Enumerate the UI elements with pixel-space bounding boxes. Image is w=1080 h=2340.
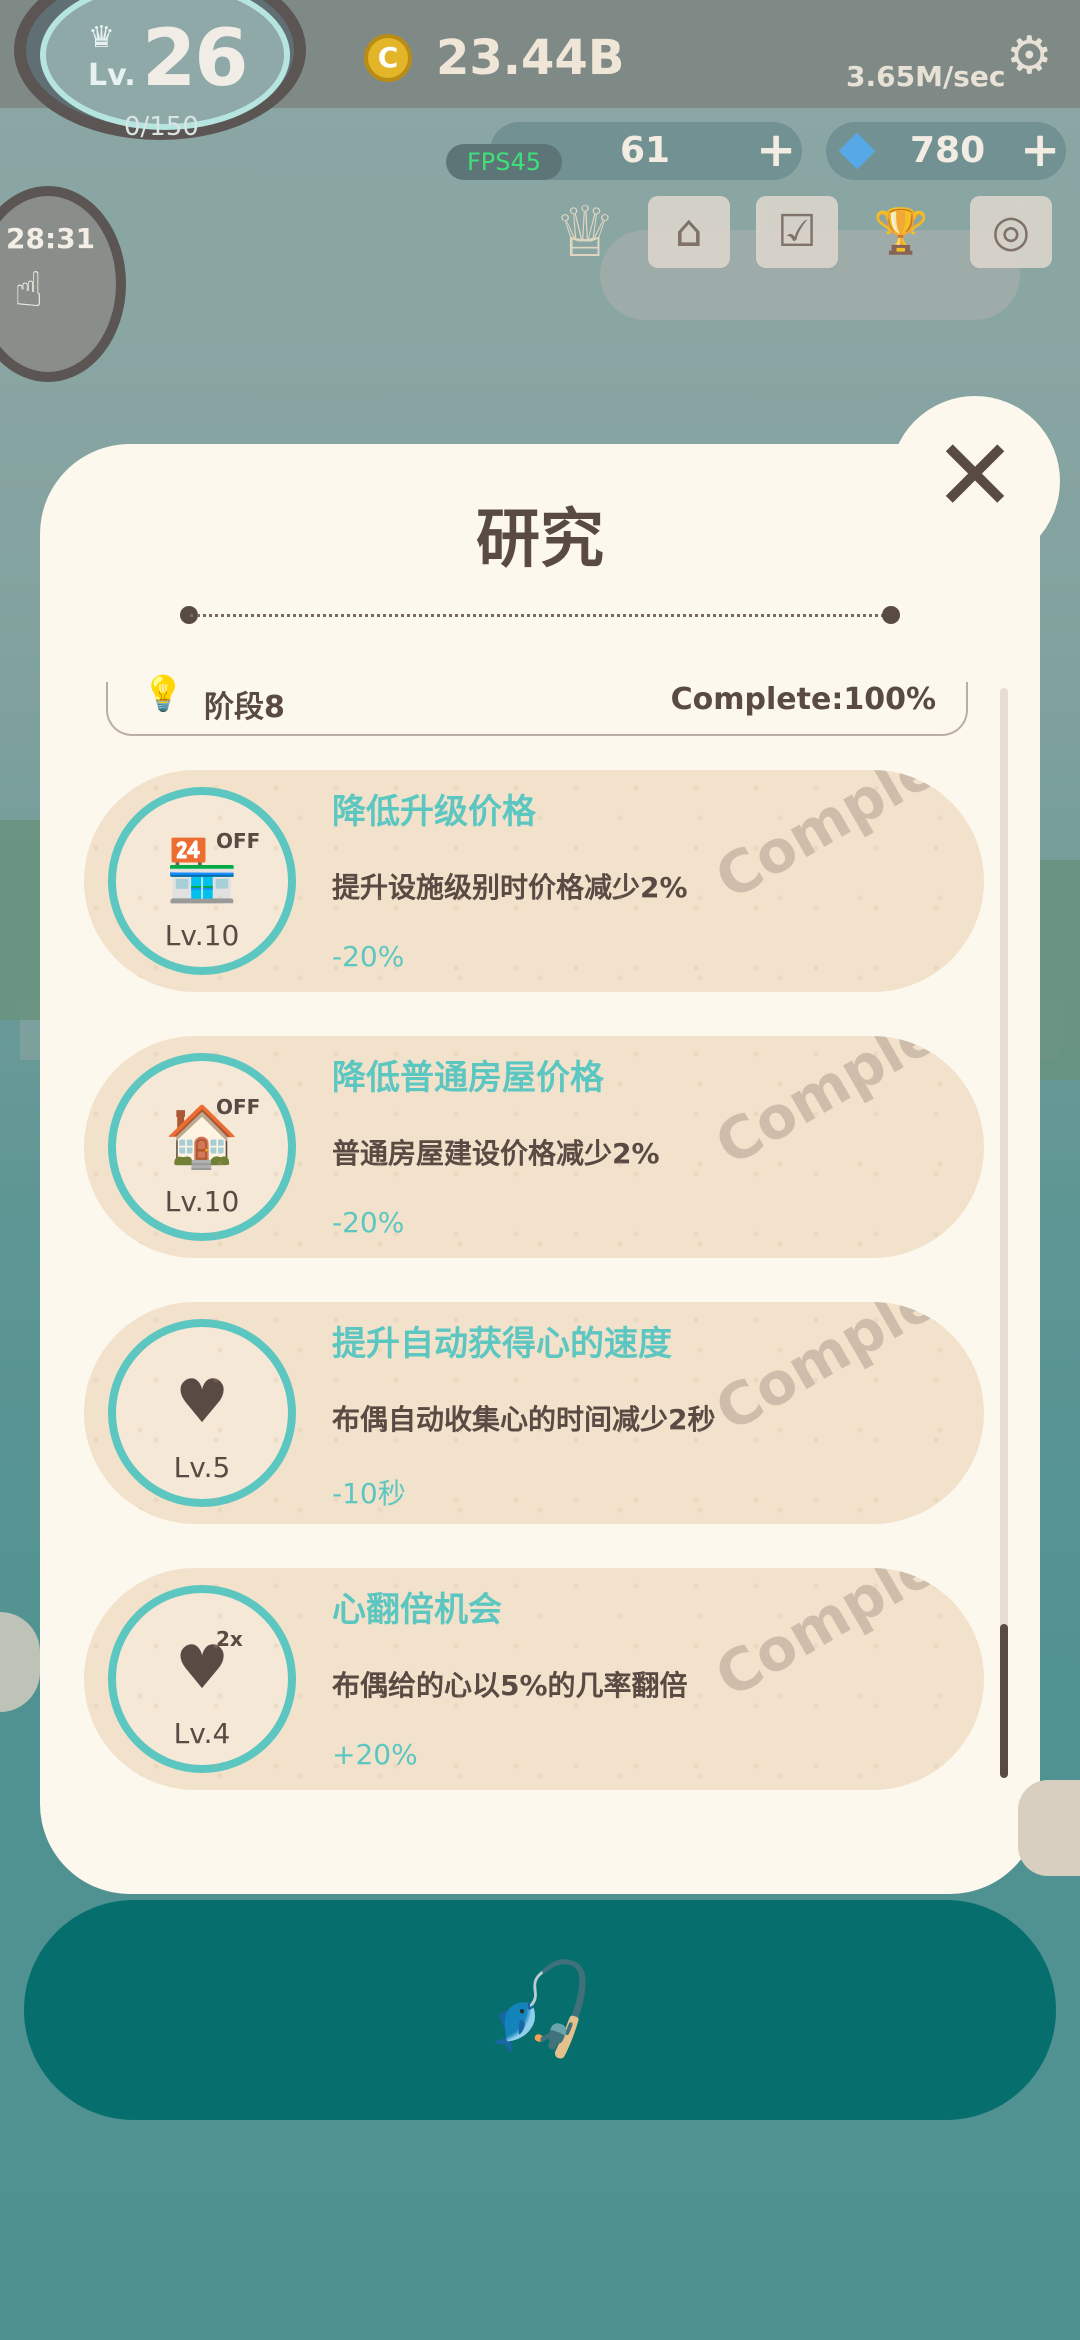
shop-icon[interactable]: ⌂: [648, 196, 730, 268]
gems-count: 780: [910, 130, 986, 171]
research-desc: 提升设施级别时价格减少2%: [332, 871, 688, 904]
level-number: 26: [142, 14, 249, 104]
off-tag: OFF: [216, 829, 261, 853]
stage-header[interactable]: 💡 阶段8 Complete:100%: [106, 674, 968, 736]
close-icon[interactable]: ✕: [890, 396, 1060, 566]
add-gems-button[interactable]: +: [1020, 122, 1060, 178]
level-prefix: Lv.: [88, 58, 136, 93]
dialog-title: 研究: [476, 503, 604, 577]
coin-balance: 23.44B: [436, 30, 625, 86]
research-desc: 布偶给的心以5%的几率翻倍: [332, 1669, 688, 1702]
research-title: 心翻倍机会: [332, 1590, 502, 1630]
fishing-icon: 🎣: [483, 1957, 597, 2062]
crown-icon[interactable]: ♕: [544, 196, 626, 268]
research-card[interactable]: 🏪 OFF Lv.10 降低升级价格 提升设施级别时价格减少2% -20% Co…: [84, 770, 984, 992]
camera-icon[interactable]: ◎: [970, 196, 1052, 268]
research-title: 降低升级价格: [332, 792, 536, 832]
research-card[interactable]: 🏠 OFF Lv.10 降低普通房屋价格 普通房屋建设价格减少2% -20% C…: [84, 1036, 984, 1258]
heart-double-icon: ♥: [175, 1633, 229, 1703]
lightbulb-icon: 💡: [142, 674, 185, 714]
research-title: 提升自动获得心的速度: [332, 1324, 672, 1364]
heart-timer-icon: ♥: [175, 1367, 229, 1437]
off-tag: OFF: [216, 1095, 261, 1119]
title-divider: [190, 614, 890, 617]
checklist-icon[interactable]: ☑: [756, 196, 838, 268]
scrollbar-thumb[interactable]: [1000, 1624, 1008, 1778]
stage-label: 阶段8: [204, 690, 285, 725]
complete-stamp: Complete: [704, 1568, 984, 1711]
coin-icon: C: [364, 34, 412, 82]
research-level: Lv.10: [164, 919, 240, 952]
complete-stamp: Complete: [704, 1302, 984, 1445]
research-dialog: 研究 💡 阶段8 Complete:100% 🏪 OFF Lv.10 降低升级价…: [40, 444, 1040, 1894]
research-card[interactable]: ♥ Lv.5 提升自动获得心的速度 布偶自动收集心的时间减少2秒 -10秒 Co…: [84, 1302, 984, 1524]
scrollbar-track[interactable]: [1000, 688, 1008, 1778]
research-desc: 普通房屋建设价格减少2%: [332, 1137, 660, 1170]
tap-hand-icon: ☝: [14, 262, 44, 318]
research-level-ring: ♥ 2x Lv.4: [108, 1585, 296, 1773]
complete-stamp: Complete: [704, 770, 984, 913]
fps-counter: FPS45: [446, 144, 562, 180]
double-tag: 2x: [216, 1627, 243, 1651]
research-effect: +20%: [332, 1738, 418, 1771]
fishing-button[interactable]: 🎣: [24, 1900, 1056, 2120]
research-level-ring: 🏠 OFF Lv.10: [108, 1053, 296, 1241]
research-effect: -20%: [332, 940, 405, 973]
research-level: Lv.10: [164, 1185, 240, 1218]
divider-dot-right: [882, 606, 900, 624]
crown-icon: ♛: [88, 20, 115, 55]
research-level: Lv.4: [173, 1717, 231, 1750]
timer-text: 28:31: [6, 222, 96, 255]
level-progress: 0/150: [124, 112, 199, 142]
house-discount-icon: 🏠: [164, 1102, 240, 1172]
add-hearts-button[interactable]: +: [756, 122, 796, 178]
research-level-ring: ♥ Lv.5: [108, 1319, 296, 1507]
research-card[interactable]: ♥ 2x Lv.4 心翻倍机会 布偶给的心以5%的几率翻倍 +20% Compl…: [84, 1568, 984, 1790]
gear-icon[interactable]: ⚙: [1006, 30, 1053, 82]
research-level-ring: 🏪 OFF Lv.10: [108, 787, 296, 975]
complete-stamp: Complete: [704, 1036, 984, 1179]
research-effect: -10秒: [332, 1477, 406, 1510]
research-desc: 布偶自动收集心的时间减少2秒: [332, 1403, 716, 1436]
side-tab-right[interactable]: [1018, 1780, 1080, 1876]
hearts-count: 61: [620, 130, 671, 171]
research-effect: -20%: [332, 1206, 405, 1239]
shop-discount-icon: 🏪: [164, 836, 240, 906]
trophy-icon[interactable]: 🏆: [860, 196, 942, 268]
income-rate: 3.65M/sec: [846, 60, 1006, 93]
research-level: Lv.5: [173, 1451, 231, 1484]
research-title: 降低普通房屋价格: [332, 1058, 604, 1098]
stage-status: Complete:100%: [670, 682, 936, 717]
